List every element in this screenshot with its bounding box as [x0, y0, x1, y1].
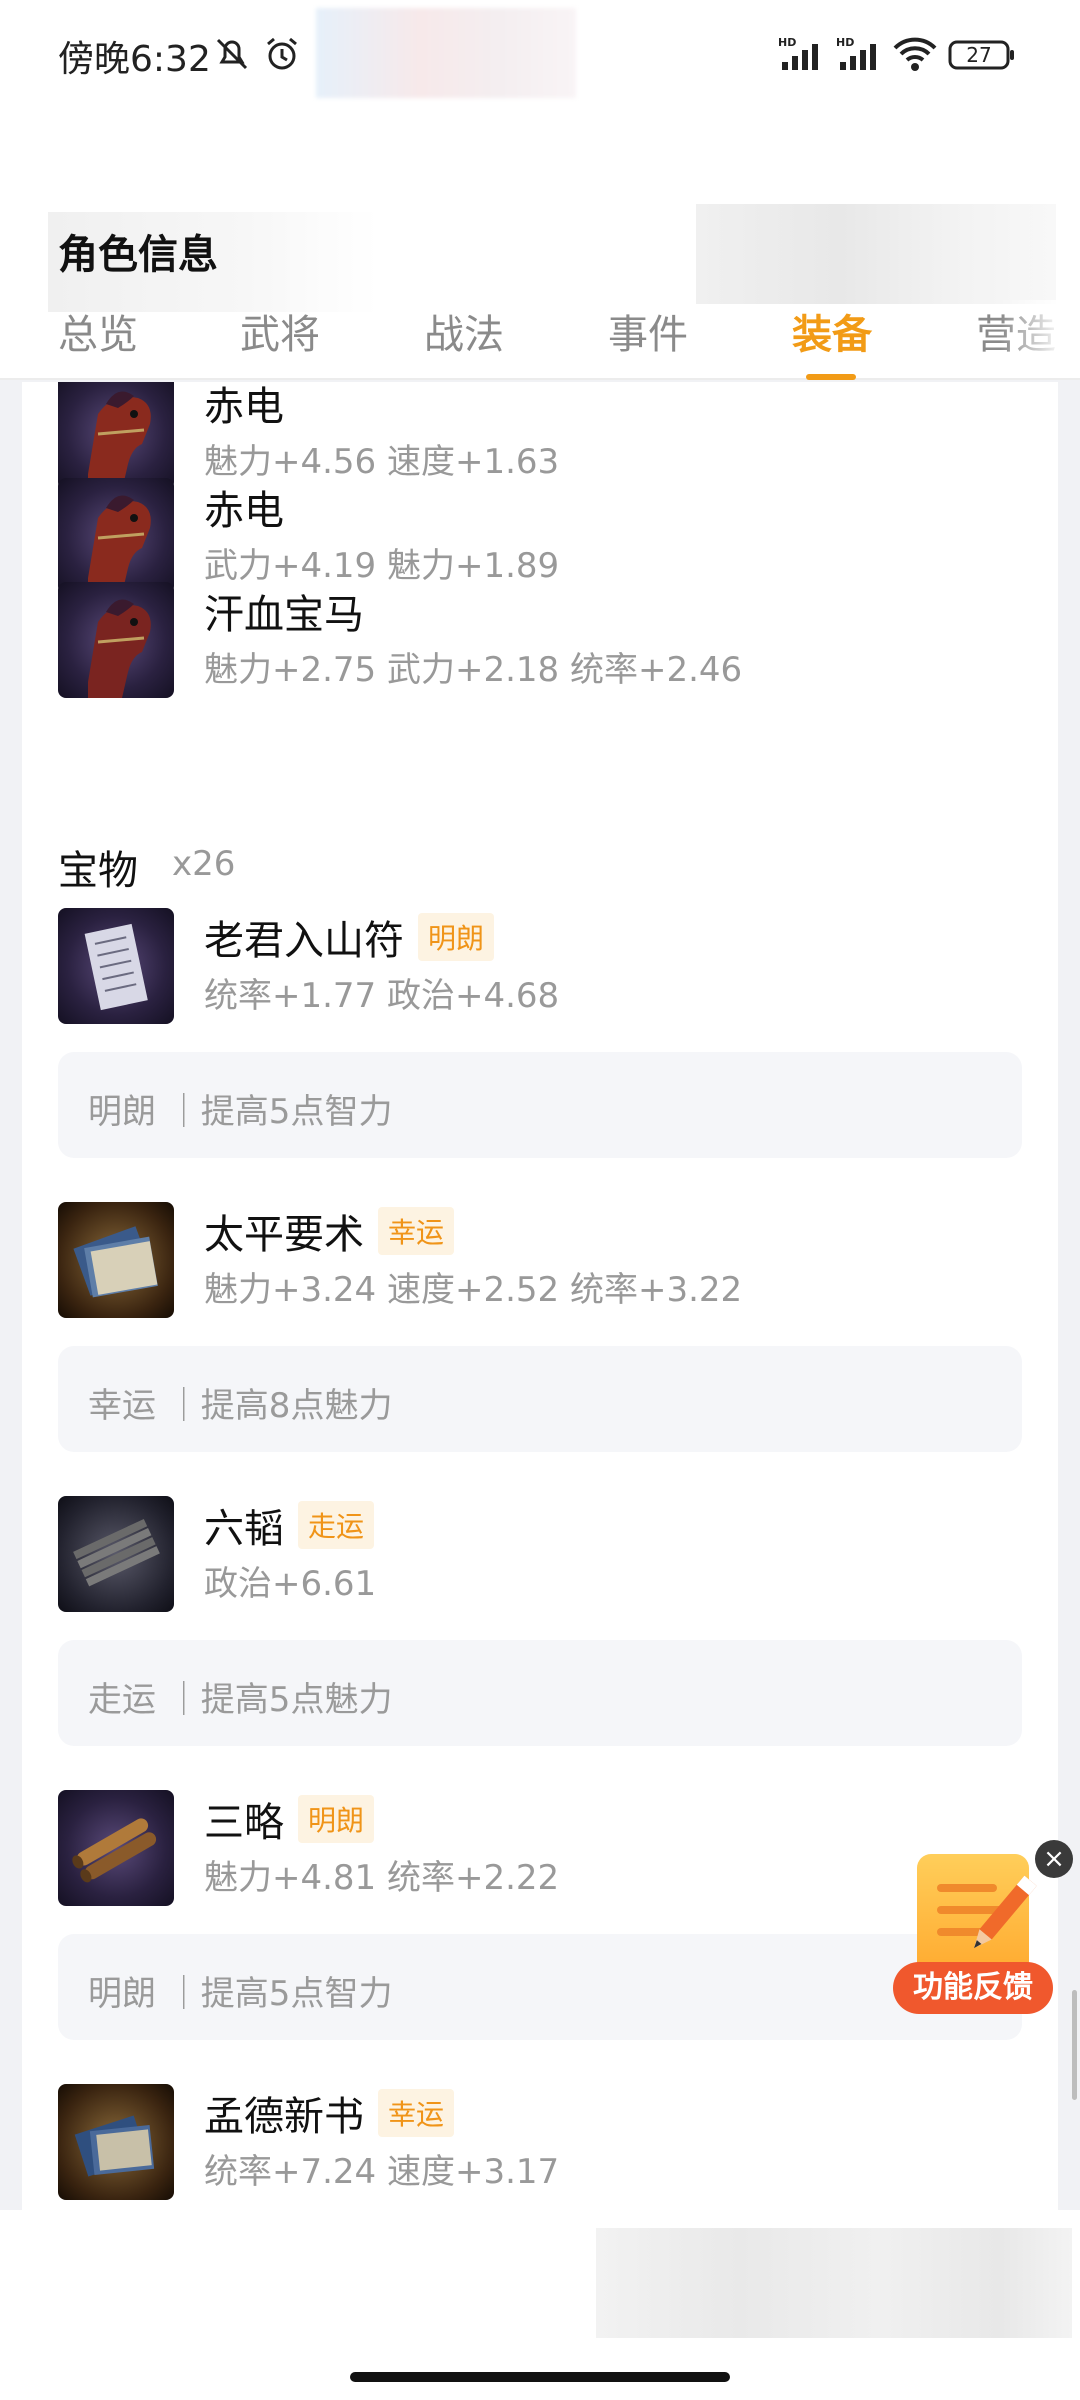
effect-note: 明朗 ｜提高5点智力: [58, 1934, 1022, 2040]
book-icon: [58, 1202, 174, 1318]
alarm-icon: [262, 34, 302, 78]
item-title: 孟德新书: [204, 2094, 364, 2140]
item-stats: 武力+4.19 魅力+1.89: [204, 546, 560, 586]
list-item[interactable]: 赤电 武力+4.19 魅力+1.89: [58, 478, 1048, 596]
section-title: 宝物: [58, 848, 138, 894]
category-tabs: 总览 武将 战法 事件 装备 营造: [0, 290, 1080, 380]
blurred-notification-icons: [316, 8, 576, 98]
item-title: 太平要术: [204, 1212, 364, 1258]
item-name: 赤电: [204, 488, 284, 534]
effect-note-text: 走运 ｜提高5点魅力: [88, 1680, 393, 1720]
hd-signal-1-icon: HD: [778, 34, 830, 78]
item-stats: 魅力+4.56 速度+1.63: [204, 442, 560, 482]
svg-text:HD: HD: [778, 36, 796, 49]
list-item[interactable]: 汗血宝马 魅力+2.75 武力+2.18 统率+2.46: [58, 582, 1048, 700]
tab-scroll-fade: [1000, 300, 1080, 370]
effect-note: 明朗 ｜提高5点智力: [58, 1052, 1022, 1158]
item-stats: 魅力+3.24 速度+2.52 统率+3.22: [204, 1270, 743, 1310]
page-title: 角色信息: [58, 232, 218, 278]
battery-level: 27: [966, 43, 992, 67]
red-horse-icon: [58, 582, 174, 698]
book-icon: [58, 2084, 174, 2200]
item-stats: 魅力+2.75 武力+2.18 统率+2.46: [204, 650, 743, 690]
item-stats: 政治+6.61: [204, 1564, 377, 1604]
item-name: 孟德新书 幸运: [204, 2084, 455, 2142]
rarity-badge: 明朗: [298, 1795, 375, 1843]
rarity-badge: 幸运: [378, 2089, 455, 2137]
tab-overview[interactable]: 总览: [58, 302, 138, 360]
effect-note: 走运 ｜提高5点魅力: [58, 1640, 1022, 1746]
rarity-badge: 走运: [298, 1501, 375, 1549]
red-horse-icon: [58, 382, 174, 490]
blurred-bottom-area: [596, 2228, 1072, 2338]
feedback-button[interactable]: 功能反馈 ×: [893, 1840, 1073, 2020]
item-stats: 统率+1.77 政治+4.68: [204, 976, 560, 1016]
mute-icon: [212, 34, 252, 78]
list-item[interactable]: 赤电 魅力+4.56 速度+1.63: [58, 382, 1048, 492]
feedback-note-icon: [917, 1854, 1037, 1978]
item-name: 老君入山符 明朗: [204, 908, 495, 966]
item-title: 六韬: [204, 1506, 284, 1552]
tab-equipment[interactable]: 装备: [792, 302, 872, 360]
wifi-icon: [892, 34, 938, 78]
status-bar: 傍晚6:32 HD HD 27: [0, 0, 1080, 110]
list-item[interactable]: 太平要术 幸运 魅力+3.24 速度+2.52 统率+3.22: [58, 1202, 1048, 1320]
hd-signal-2-icon: HD: [836, 34, 888, 78]
bamboo-slips-icon: [58, 1496, 174, 1612]
item-name: 汗血宝马: [204, 592, 364, 638]
feedback-label: 功能反馈: [893, 1962, 1053, 2014]
tab-events[interactable]: 事件: [608, 302, 688, 360]
item-name: 太平要术 幸运: [204, 1202, 455, 1260]
talisman-icon: [58, 908, 174, 1024]
item-name: 六韬 走运: [204, 1496, 375, 1554]
list-item[interactable]: 孟德新书 幸运 统率+7.24 速度+3.17: [58, 2084, 1048, 2202]
effect-note: 幸运 ｜提高8点魅力: [58, 1346, 1022, 1452]
close-icon[interactable]: ×: [1035, 1840, 1073, 1878]
status-time: 傍晚6:32: [58, 39, 211, 80]
effect-note-text: 明朗 ｜提高5点智力: [88, 1974, 393, 2014]
active-tab-indicator: [806, 374, 856, 380]
effect-note-text: 幸运 ｜提高8点魅力: [88, 1386, 393, 1426]
home-indicator[interactable]: [350, 2372, 730, 2382]
tab-generals[interactable]: 武将: [240, 302, 320, 360]
list-item[interactable]: 六韬 走运 政治+6.61: [58, 1496, 1048, 1614]
item-title: 三略: [204, 1800, 284, 1846]
battery-icon: 27: [948, 40, 1016, 74]
item-name: 三略 明朗: [204, 1790, 375, 1848]
rarity-badge: 幸运: [378, 1207, 455, 1255]
item-title: 老君入山符: [204, 918, 404, 964]
list-item[interactable]: 老君入山符 明朗 统率+1.77 政治+4.68: [58, 908, 1048, 1026]
scroll-icon: [58, 1790, 174, 1906]
section-count: x26: [172, 844, 236, 884]
item-name: 赤电: [204, 384, 284, 430]
scrollbar[interactable]: [1072, 1990, 1077, 2100]
effect-note-text: 明朗 ｜提高5点智力: [88, 1092, 393, 1132]
blurred-header-actions: [696, 204, 1056, 304]
item-stats: 统率+7.24 速度+3.17: [204, 2152, 560, 2192]
item-stats: 魅力+4.81 统率+2.22: [204, 1858, 560, 1898]
rarity-badge: 明朗: [418, 913, 495, 961]
svg-text:HD: HD: [836, 36, 854, 49]
tab-tactics[interactable]: 战法: [424, 302, 504, 360]
red-horse-icon: [58, 478, 174, 594]
